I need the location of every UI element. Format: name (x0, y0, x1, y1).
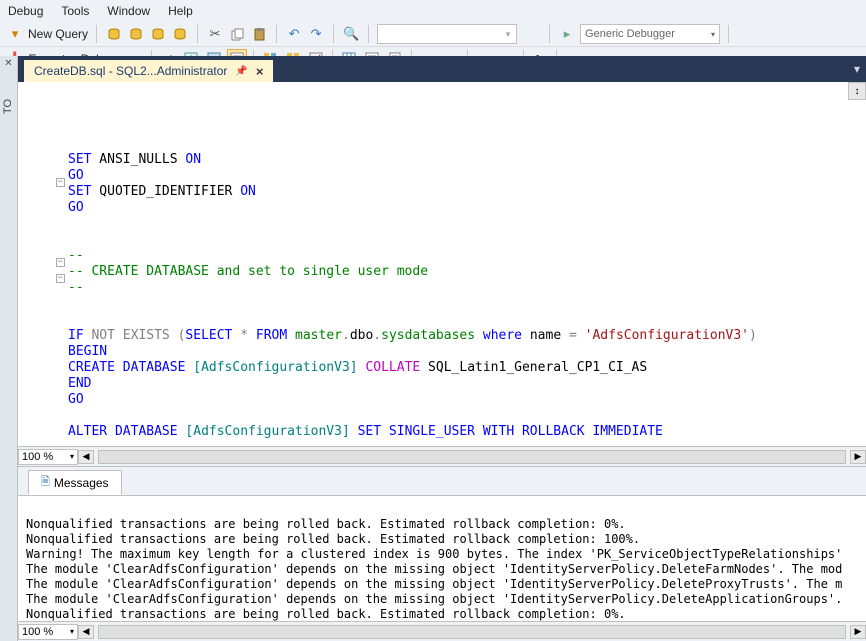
tab-overflow-icon[interactable]: ▾ (854, 62, 860, 76)
db-icon-1[interactable] (105, 25, 123, 43)
database-combo[interactable]: ▼ (377, 24, 517, 44)
close-icon[interactable]: ✕ (0, 56, 17, 69)
menu-help[interactable]: Help (168, 4, 193, 18)
menu-window[interactable]: Window (107, 4, 150, 18)
message-line: Nonqualified transactions are being roll… (26, 607, 626, 621)
fold-icon[interactable]: − (56, 178, 65, 187)
separator (276, 25, 277, 43)
scroll-right-icon[interactable]: ▶ (850, 450, 866, 464)
messages-pane[interactable]: Nonqualified transactions are being roll… (18, 496, 866, 621)
separator (96, 25, 97, 43)
scroll-left-icon[interactable]: ◀ (78, 625, 94, 639)
message-line: The module 'ClearAdfsConfiguration' depe… (26, 562, 842, 576)
scroll-right-icon[interactable]: ▶ (850, 625, 866, 639)
separator (368, 25, 369, 43)
message-line: The module 'ClearAdfsConfiguration' depe… (26, 592, 842, 606)
message-line: Nonqualified transactions are being roll… (26, 517, 626, 531)
new-query-button[interactable]: New Query (28, 27, 88, 41)
document-tab-bar: CreateDB.sql - SQL2...Administrator 📌 × … (18, 56, 866, 82)
find-icon[interactable]: 🔍 (342, 25, 360, 43)
fold-icon[interactable]: − (56, 258, 65, 267)
paste-icon[interactable] (250, 25, 268, 43)
separator (333, 25, 334, 43)
results-tabs: 🗎 Messages (18, 467, 866, 496)
cut-icon[interactable]: ✂ (206, 25, 224, 43)
pin-icon[interactable]: 📌 (235, 66, 247, 77)
copy-icon[interactable] (228, 25, 246, 43)
zoom-combo[interactable]: 100 %▾ (18, 624, 78, 640)
zoom-combo[interactable]: 100 %▾ (18, 449, 78, 465)
debugger-combo[interactable]: Generic Debugger▾ (580, 24, 720, 44)
separator (197, 25, 198, 43)
scroll-left-icon[interactable]: ◀ (78, 450, 94, 464)
horizontal-scrollbar[interactable] (98, 625, 846, 639)
menu-tools[interactable]: Tools (61, 4, 89, 18)
debugger-icon[interactable]: ▸ (558, 25, 576, 43)
tab-createdb[interactable]: CreateDB.sql - SQL2...Administrator 📌 × (24, 60, 273, 82)
toolbar-standard: ▾ New Query ✂ ↶ ↷ 🔍 ▼ ▸ Generic Debugger… (0, 22, 866, 47)
message-line: Warning! The maximum key length for a cl… (26, 547, 842, 561)
tab-title: CreateDB.sql - SQL2...Administrator (34, 64, 227, 78)
menu-bar: Debug Tools Window Help (0, 0, 866, 22)
menu-debug[interactable]: Debug (8, 4, 43, 18)
message-line: Nonqualified transactions are being roll… (26, 532, 640, 546)
close-tab-icon[interactable]: × (256, 64, 264, 79)
tab-messages[interactable]: 🗎 Messages (28, 470, 122, 495)
fold-icon[interactable]: − (56, 274, 65, 283)
messages-zoom-bar: 100 %▾ ◀ ▶ (18, 621, 866, 641)
main-area: CreateDB.sql - SQL2...Administrator 📌 × … (18, 56, 866, 641)
side-panel-label: TO (2, 99, 14, 114)
db-icon-3[interactable] (149, 25, 167, 43)
horizontal-scrollbar[interactable] (98, 450, 846, 464)
editor-zoom-bar: 100 %▾ ◀ ▶ (18, 446, 866, 466)
separator (549, 25, 550, 43)
code-content[interactable]: − − − SET ANSI_NULLS ON GO SET QUOTED_ID… (18, 82, 866, 446)
message-line: The module 'ClearAdfsConfiguration' depe… (26, 577, 842, 591)
db-icon-4[interactable] (171, 25, 189, 43)
separator (728, 25, 729, 43)
new-query-icon[interactable]: ▾ (6, 25, 24, 43)
undo-icon[interactable]: ↶ (285, 25, 303, 43)
tab-messages-label: Messages (54, 476, 109, 490)
redo-icon[interactable]: ↷ (307, 25, 325, 43)
db-icon-2[interactable] (127, 25, 145, 43)
messages-icon: 🗎 (41, 473, 50, 492)
side-panel-collapsed[interactable]: ✕ TO (0, 56, 18, 641)
code-editor[interactable]: ↕ − − − SET ANSI_NULLS ON GO SET QUOTED_… (18, 82, 866, 467)
